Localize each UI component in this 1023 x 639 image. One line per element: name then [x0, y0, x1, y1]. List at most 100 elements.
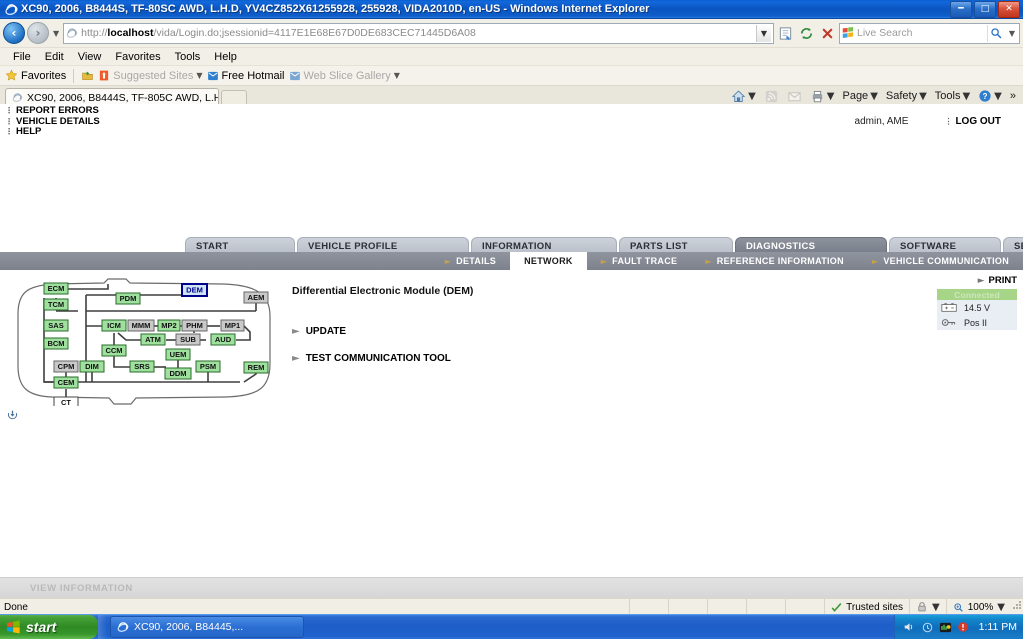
node-icm: ICM — [101, 319, 127, 332]
safety-menu-button[interactable]: Safety ▼ — [883, 90, 930, 102]
update-action[interactable]: ► UPDATE — [292, 326, 451, 337]
search-provider-dropdown-icon[interactable]: ▼ — [1007, 29, 1017, 38]
node-ct: CT — [53, 396, 79, 406]
arrow-right-icon: ► — [292, 326, 300, 337]
chevron-down-icon[interactable]: ▼ — [394, 71, 400, 80]
tray-volume-icon[interactable] — [903, 621, 916, 634]
zoom-icon — [953, 602, 964, 613]
taskbar-clock[interactable]: 1:11 PM — [979, 621, 1017, 633]
node-ccm: CCM — [101, 344, 127, 357]
subtab-vehicle-communication[interactable]: ► VEHICLE COMMUNICATION — [858, 252, 1023, 270]
search-input[interactable]: Live Search ▼ — [839, 22, 1020, 44]
help-menu-button[interactable]: ? ▼ — [975, 89, 1005, 103]
recent-pages-dropdown-icon[interactable]: ▼ — [51, 29, 61, 38]
search-placeholder-text: Live Search — [857, 27, 913, 39]
report-errors-link[interactable]: ⋮ REPORT ERRORS — [5, 105, 100, 117]
page-menu-button[interactable]: Page ▼ — [839, 90, 880, 102]
protected-mode-cell[interactable]: ▼ — [909, 599, 946, 615]
add-to-favorites-bar-icon[interactable] — [81, 69, 94, 82]
read-mail-button[interactable] — [784, 89, 805, 104]
subtab-details[interactable]: ► DETAILS — [431, 252, 510, 270]
safety-menu-label: Safety — [885, 90, 918, 102]
menu-help[interactable]: Help — [207, 50, 244, 64]
address-text: http://localhost/vida/Login.do;jsessioni… — [81, 27, 476, 39]
address-input[interactable]: http://localhost/vida/Login.do;jsessioni… — [63, 22, 774, 44]
back-button[interactable]: ‹ — [3, 22, 25, 44]
logout-button[interactable]: ⋮ LOG OUT — [944, 116, 1001, 127]
update-action-label: UPDATE — [305, 326, 347, 337]
page-menu-label: Page — [842, 90, 869, 102]
subtab-fault-trace[interactable]: ► FAULT TRACE — [587, 252, 692, 270]
trusted-sites-icon — [831, 602, 842, 613]
node-mp2: MP2 — [157, 319, 181, 332]
current-user-label: admin, AME — [854, 116, 909, 127]
security-zone-cell[interactable]: Trusted sites — [824, 599, 909, 615]
hotmail-icon — [207, 70, 219, 82]
subtab-network[interactable]: NETWORK — [510, 252, 587, 270]
refresh-diagram-icon[interactable] — [6, 408, 20, 422]
menu-view[interactable]: View — [71, 50, 109, 64]
menu-edit[interactable]: Edit — [38, 50, 71, 64]
browser-window: XC90, 2006, B8444S, TF-80SC AWD, L.H.D, … — [0, 0, 1023, 639]
web-slice-gallery-link[interactable]: Web Slice Gallery ▼ — [289, 70, 400, 82]
chevron-down-icon[interactable]: ▼ — [932, 602, 940, 613]
report-errors-label: REPORT ERRORS — [16, 105, 99, 116]
menu-favorites[interactable]: Favorites — [108, 50, 167, 64]
command-bar-overflow-button[interactable]: » — [1007, 90, 1019, 102]
address-dropdown-icon[interactable]: ▼ — [756, 24, 771, 42]
live-search-icon — [842, 27, 854, 39]
tools-menu-button[interactable]: Tools ▼ — [932, 90, 973, 102]
start-button[interactable]: start — [0, 615, 98, 639]
print-link[interactable]: ► PRINT — [937, 275, 1017, 286]
refresh-button[interactable] — [797, 24, 816, 43]
status-message: Done — [4, 601, 28, 613]
feeds-button[interactable] — [761, 89, 782, 104]
stop-button[interactable] — [818, 24, 837, 43]
tray-icon[interactable] — [921, 621, 934, 634]
resize-grip[interactable] — [1011, 599, 1023, 615]
node-atm: ATM — [140, 333, 166, 346]
view-information-bar[interactable]: VIEW INFORMATION — [0, 577, 1023, 598]
subtab-reference-information-label: REFERENCE INFORMATION — [716, 256, 844, 266]
node-phm: PHM — [181, 319, 208, 332]
subtab-network-label: NETWORK — [524, 256, 573, 266]
chevron-down-icon[interactable]: ▼ — [196, 71, 202, 80]
chevron-down-icon[interactable]: ▼ — [997, 602, 1005, 613]
tray-network-icon[interactable] — [939, 621, 952, 634]
tab-favicon-icon — [12, 92, 23, 103]
menu-file[interactable]: File — [6, 50, 38, 64]
node-rem: REM — [243, 361, 269, 374]
print-button[interactable]: ▼ — [807, 89, 838, 104]
svg-text:BCM: BCM — [47, 339, 64, 348]
ignition-position-row: Pos II — [937, 315, 1017, 330]
free-hotmail-link[interactable]: Free Hotmail — [207, 70, 285, 82]
tray-alert-icon[interactable] — [957, 621, 970, 634]
node-dem: DEM — [181, 283, 208, 297]
home-button[interactable]: ▼ — [728, 89, 759, 104]
menu-tools[interactable]: Tools — [168, 50, 208, 64]
favorites-button[interactable]: Favorites — [5, 69, 66, 82]
logout-label: LOG OUT — [955, 116, 1001, 127]
suggested-sites-button[interactable]: Suggested Sites ▼ — [98, 69, 203, 82]
zoom-level-cell[interactable]: 100% ▼ — [945, 599, 1011, 615]
taskbar-item-ie[interactable]: XC90, 2006, B84445,... — [110, 616, 304, 638]
maximize-button[interactable]: □ — [974, 0, 996, 18]
search-go-icon[interactable] — [986, 24, 1004, 42]
compatibility-view-button[interactable] — [776, 24, 795, 43]
forward-button[interactable]: › — [27, 22, 49, 44]
ignition-position-value: Pos II — [964, 317, 988, 328]
free-hotmail-label: Free Hotmail — [221, 69, 285, 82]
windows-flag-icon — [6, 620, 21, 634]
module-title: Differential Electronic Module (DEM) — [292, 285, 474, 297]
node-aud: AUD — [210, 333, 236, 346]
network-diagram[interactable]: ECM TCM PDM DEM AEM SAS BCM ICM MMM MP2 … — [8, 278, 286, 406]
subtab-reference-information[interactable]: ► REFERENCE INFORMATION — [691, 252, 858, 270]
close-button[interactable]: ✕ — [998, 0, 1020, 18]
help-link[interactable]: ⋮ HELP — [5, 126, 100, 138]
tools-menu-label: Tools — [934, 90, 961, 102]
minimize-button[interactable]: ━ — [950, 0, 972, 18]
tab-strip: XC90, 2006, B8444S, TF-805C AWD, L.H.D, … — [0, 86, 1023, 106]
svg-text:DEM: DEM — [186, 286, 203, 295]
svg-text:CPM: CPM — [58, 362, 75, 371]
test-communication-tool-action[interactable]: ► TEST COMMUNICATION TOOL — [292, 353, 451, 364]
